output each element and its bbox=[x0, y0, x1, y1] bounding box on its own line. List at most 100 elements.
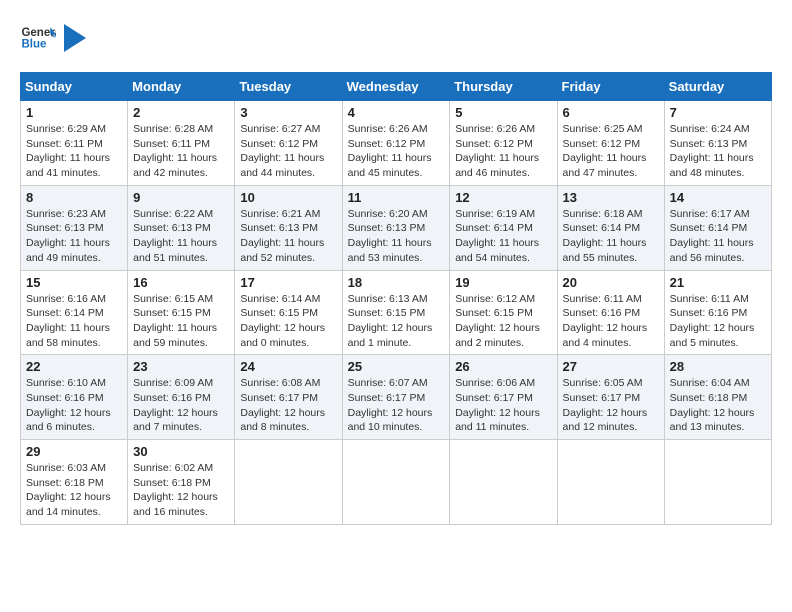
day-number: 23 bbox=[133, 359, 229, 374]
calendar-cell: 6 Sunrise: 6:25 AM Sunset: 6:12 PM Dayli… bbox=[557, 101, 664, 186]
day-number: 3 bbox=[240, 105, 336, 120]
day-number: 22 bbox=[26, 359, 122, 374]
day-info: Sunrise: 6:15 AM Sunset: 6:15 PM Dayligh… bbox=[133, 293, 217, 349]
day-number: 6 bbox=[563, 105, 659, 120]
day-of-week-header: Monday bbox=[128, 73, 235, 101]
day-number: 13 bbox=[563, 190, 659, 205]
day-info: Sunrise: 6:13 AM Sunset: 6:15 PM Dayligh… bbox=[348, 293, 433, 349]
day-number: 25 bbox=[348, 359, 445, 374]
calendar-cell: 2 Sunrise: 6:28 AM Sunset: 6:11 PM Dayli… bbox=[128, 101, 235, 186]
calendar-cell: 23 Sunrise: 6:09 AM Sunset: 6:16 PM Dayl… bbox=[128, 355, 235, 440]
day-number: 4 bbox=[348, 105, 445, 120]
day-info: Sunrise: 6:09 AM Sunset: 6:16 PM Dayligh… bbox=[133, 377, 218, 433]
calendar-cell: 8 Sunrise: 6:23 AM Sunset: 6:13 PM Dayli… bbox=[21, 185, 128, 270]
calendar-cell bbox=[342, 440, 450, 525]
day-of-week-header: Friday bbox=[557, 73, 664, 101]
day-info: Sunrise: 6:25 AM Sunset: 6:12 PM Dayligh… bbox=[563, 123, 647, 179]
calendar-cell: 4 Sunrise: 6:26 AM Sunset: 6:12 PM Dayli… bbox=[342, 101, 450, 186]
calendar-cell: 30 Sunrise: 6:02 AM Sunset: 6:18 PM Dayl… bbox=[128, 440, 235, 525]
day-info: Sunrise: 6:12 AM Sunset: 6:15 PM Dayligh… bbox=[455, 293, 540, 349]
calendar-cell: 24 Sunrise: 6:08 AM Sunset: 6:17 PM Dayl… bbox=[235, 355, 342, 440]
day-info: Sunrise: 6:26 AM Sunset: 6:12 PM Dayligh… bbox=[455, 123, 539, 179]
calendar-cell: 28 Sunrise: 6:04 AM Sunset: 6:18 PM Dayl… bbox=[664, 355, 771, 440]
day-number: 9 bbox=[133, 190, 229, 205]
calendar-cell: 19 Sunrise: 6:12 AM Sunset: 6:15 PM Dayl… bbox=[450, 270, 557, 355]
day-info: Sunrise: 6:08 AM Sunset: 6:17 PM Dayligh… bbox=[240, 377, 325, 433]
day-info: Sunrise: 6:29 AM Sunset: 6:11 PM Dayligh… bbox=[26, 123, 110, 179]
day-of-week-header: Sunday bbox=[21, 73, 128, 101]
day-number: 2 bbox=[133, 105, 229, 120]
page-header: General Blue bbox=[20, 20, 772, 56]
calendar-cell: 14 Sunrise: 6:17 AM Sunset: 6:14 PM Dayl… bbox=[664, 185, 771, 270]
calendar-cell: 9 Sunrise: 6:22 AM Sunset: 6:13 PM Dayli… bbox=[128, 185, 235, 270]
day-of-week-header: Thursday bbox=[450, 73, 557, 101]
day-number: 16 bbox=[133, 275, 229, 290]
calendar-cell: 21 Sunrise: 6:11 AM Sunset: 6:16 PM Dayl… bbox=[664, 270, 771, 355]
calendar-cell bbox=[450, 440, 557, 525]
day-number: 8 bbox=[26, 190, 122, 205]
day-info: Sunrise: 6:23 AM Sunset: 6:13 PM Dayligh… bbox=[26, 208, 110, 264]
day-info: Sunrise: 6:24 AM Sunset: 6:13 PM Dayligh… bbox=[670, 123, 754, 179]
logo-arrow-icon bbox=[64, 24, 86, 52]
day-info: Sunrise: 6:26 AM Sunset: 6:12 PM Dayligh… bbox=[348, 123, 432, 179]
day-number: 19 bbox=[455, 275, 551, 290]
day-number: 17 bbox=[240, 275, 336, 290]
day-info: Sunrise: 6:28 AM Sunset: 6:11 PM Dayligh… bbox=[133, 123, 217, 179]
calendar-cell bbox=[664, 440, 771, 525]
day-info: Sunrise: 6:17 AM Sunset: 6:14 PM Dayligh… bbox=[670, 208, 754, 264]
day-number: 30 bbox=[133, 444, 229, 459]
day-number: 5 bbox=[455, 105, 551, 120]
day-info: Sunrise: 6:11 AM Sunset: 6:16 PM Dayligh… bbox=[670, 293, 755, 349]
day-info: Sunrise: 6:14 AM Sunset: 6:15 PM Dayligh… bbox=[240, 293, 325, 349]
calendar-cell: 10 Sunrise: 6:21 AM Sunset: 6:13 PM Dayl… bbox=[235, 185, 342, 270]
calendar-week-row: 29 Sunrise: 6:03 AM Sunset: 6:18 PM Dayl… bbox=[21, 440, 772, 525]
calendar-week-row: 1 Sunrise: 6:29 AM Sunset: 6:11 PM Dayli… bbox=[21, 101, 772, 186]
day-number: 18 bbox=[348, 275, 445, 290]
day-info: Sunrise: 6:19 AM Sunset: 6:14 PM Dayligh… bbox=[455, 208, 539, 264]
day-info: Sunrise: 6:03 AM Sunset: 6:18 PM Dayligh… bbox=[26, 462, 111, 518]
logo-icon: General Blue bbox=[20, 20, 56, 56]
calendar-cell bbox=[235, 440, 342, 525]
svg-text:Blue: Blue bbox=[21, 38, 47, 50]
calendar-week-row: 15 Sunrise: 6:16 AM Sunset: 6:14 PM Dayl… bbox=[21, 270, 772, 355]
day-info: Sunrise: 6:16 AM Sunset: 6:14 PM Dayligh… bbox=[26, 293, 110, 349]
day-number: 7 bbox=[670, 105, 766, 120]
calendar-cell: 15 Sunrise: 6:16 AM Sunset: 6:14 PM Dayl… bbox=[21, 270, 128, 355]
day-info: Sunrise: 6:22 AM Sunset: 6:13 PM Dayligh… bbox=[133, 208, 217, 264]
day-info: Sunrise: 6:20 AM Sunset: 6:13 PM Dayligh… bbox=[348, 208, 432, 264]
day-info: Sunrise: 6:02 AM Sunset: 6:18 PM Dayligh… bbox=[133, 462, 218, 518]
day-of-week-header: Saturday bbox=[664, 73, 771, 101]
calendar-cell: 13 Sunrise: 6:18 AM Sunset: 6:14 PM Dayl… bbox=[557, 185, 664, 270]
day-number: 15 bbox=[26, 275, 122, 290]
calendar-cell: 20 Sunrise: 6:11 AM Sunset: 6:16 PM Dayl… bbox=[557, 270, 664, 355]
day-of-week-header: Tuesday bbox=[235, 73, 342, 101]
calendar-cell bbox=[557, 440, 664, 525]
calendar-cell: 12 Sunrise: 6:19 AM Sunset: 6:14 PM Dayl… bbox=[450, 185, 557, 270]
day-number: 26 bbox=[455, 359, 551, 374]
day-number: 20 bbox=[563, 275, 659, 290]
calendar-cell: 27 Sunrise: 6:05 AM Sunset: 6:17 PM Dayl… bbox=[557, 355, 664, 440]
calendar-cell: 11 Sunrise: 6:20 AM Sunset: 6:13 PM Dayl… bbox=[342, 185, 450, 270]
day-number: 24 bbox=[240, 359, 336, 374]
day-number: 29 bbox=[26, 444, 122, 459]
day-info: Sunrise: 6:21 AM Sunset: 6:13 PM Dayligh… bbox=[240, 208, 324, 264]
calendar-cell: 7 Sunrise: 6:24 AM Sunset: 6:13 PM Dayli… bbox=[664, 101, 771, 186]
day-info: Sunrise: 6:27 AM Sunset: 6:12 PM Dayligh… bbox=[240, 123, 324, 179]
day-info: Sunrise: 6:06 AM Sunset: 6:17 PM Dayligh… bbox=[455, 377, 540, 433]
calendar-cell: 18 Sunrise: 6:13 AM Sunset: 6:15 PM Dayl… bbox=[342, 270, 450, 355]
calendar-cell: 17 Sunrise: 6:14 AM Sunset: 6:15 PM Dayl… bbox=[235, 270, 342, 355]
calendar-cell: 26 Sunrise: 6:06 AM Sunset: 6:17 PM Dayl… bbox=[450, 355, 557, 440]
day-number: 28 bbox=[670, 359, 766, 374]
calendar-week-row: 8 Sunrise: 6:23 AM Sunset: 6:13 PM Dayli… bbox=[21, 185, 772, 270]
day-of-week-header: Wednesday bbox=[342, 73, 450, 101]
calendar-cell: 22 Sunrise: 6:10 AM Sunset: 6:16 PM Dayl… bbox=[21, 355, 128, 440]
calendar-table: SundayMondayTuesdayWednesdayThursdayFrid… bbox=[20, 72, 772, 525]
day-number: 27 bbox=[563, 359, 659, 374]
calendar-cell: 3 Sunrise: 6:27 AM Sunset: 6:12 PM Dayli… bbox=[235, 101, 342, 186]
calendar-cell: 29 Sunrise: 6:03 AM Sunset: 6:18 PM Dayl… bbox=[21, 440, 128, 525]
day-number: 10 bbox=[240, 190, 336, 205]
calendar-cell: 16 Sunrise: 6:15 AM Sunset: 6:15 PM Dayl… bbox=[128, 270, 235, 355]
day-number: 11 bbox=[348, 190, 445, 205]
day-number: 1 bbox=[26, 105, 122, 120]
day-info: Sunrise: 6:07 AM Sunset: 6:17 PM Dayligh… bbox=[348, 377, 433, 433]
